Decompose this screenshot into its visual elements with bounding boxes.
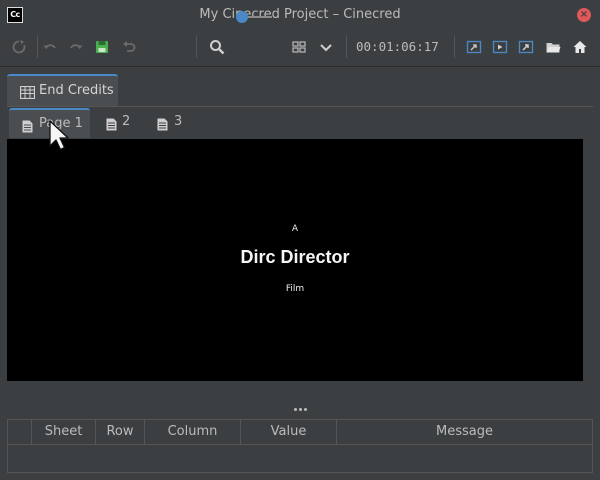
zoom-slider-handle[interactable] xyxy=(236,11,248,23)
home-icon[interactable] xyxy=(571,38,589,56)
page-icon xyxy=(22,118,33,137)
column-header-message[interactable]: Message xyxy=(337,420,592,444)
toolbar-separator xyxy=(196,36,197,58)
save-icon[interactable] xyxy=(93,38,111,56)
export-video-icon[interactable] xyxy=(517,38,535,56)
play-video-icon[interactable] xyxy=(491,38,509,56)
credit-director-name: Dirc Director xyxy=(240,247,350,267)
credits-preview[interactable]: A Dirc Director Film xyxy=(7,139,583,381)
toolbar-separator xyxy=(346,36,347,58)
column-header-row[interactable]: Row xyxy=(96,420,145,444)
splitter-handle[interactable] xyxy=(294,404,308,414)
tab-page-3[interactable]: 3 xyxy=(145,108,191,138)
layout-grid-icon[interactable] xyxy=(290,38,308,56)
timecode-display: 00:01:06:17 xyxy=(356,39,439,54)
tab-page-2[interactable]: 2 xyxy=(94,108,140,138)
page-icon xyxy=(157,116,168,135)
open-folder-icon[interactable] xyxy=(544,38,562,56)
mouse-cursor-icon xyxy=(49,120,69,156)
close-window-button[interactable]: × xyxy=(577,8,591,22)
undo-icon[interactable] xyxy=(41,38,59,56)
page-icon xyxy=(106,116,117,135)
toolbar-divider xyxy=(0,66,600,67)
zoom-icon xyxy=(208,38,226,56)
tab-end-credits[interactable]: End Credits xyxy=(7,74,118,106)
column-header-severity[interactable] xyxy=(8,420,32,444)
credit-line-a: A xyxy=(291,224,299,234)
toolbar-separator xyxy=(37,36,38,58)
reset-icon[interactable] xyxy=(10,38,28,56)
window-title: My Cinecred Project – Cinecred xyxy=(199,7,401,22)
table-icon xyxy=(19,84,36,103)
column-header-value[interactable]: Value xyxy=(241,420,337,444)
tab-page-2-label: 2 xyxy=(122,114,131,129)
toolbar-separator xyxy=(454,36,455,58)
tab-end-credits-label: End Credits xyxy=(39,83,114,98)
revert-icon[interactable] xyxy=(120,38,138,56)
export-image-icon[interactable] xyxy=(465,38,483,56)
redo-icon[interactable] xyxy=(67,38,85,56)
column-header-column[interactable]: Column xyxy=(145,420,241,444)
table-header-divider xyxy=(8,444,592,445)
tab-strip-divider xyxy=(7,106,593,107)
log-table: Sheet Row Column Value Message xyxy=(7,419,593,473)
tab-page-3-label: 3 xyxy=(174,114,183,129)
credit-line-film: Film xyxy=(285,284,305,294)
chevron-down-icon[interactable] xyxy=(317,38,335,56)
toolbar xyxy=(0,30,600,64)
column-header-sheet[interactable]: Sheet xyxy=(32,420,96,444)
title-bar: Cc My Cinecred Project – Cinecred × xyxy=(0,0,600,30)
